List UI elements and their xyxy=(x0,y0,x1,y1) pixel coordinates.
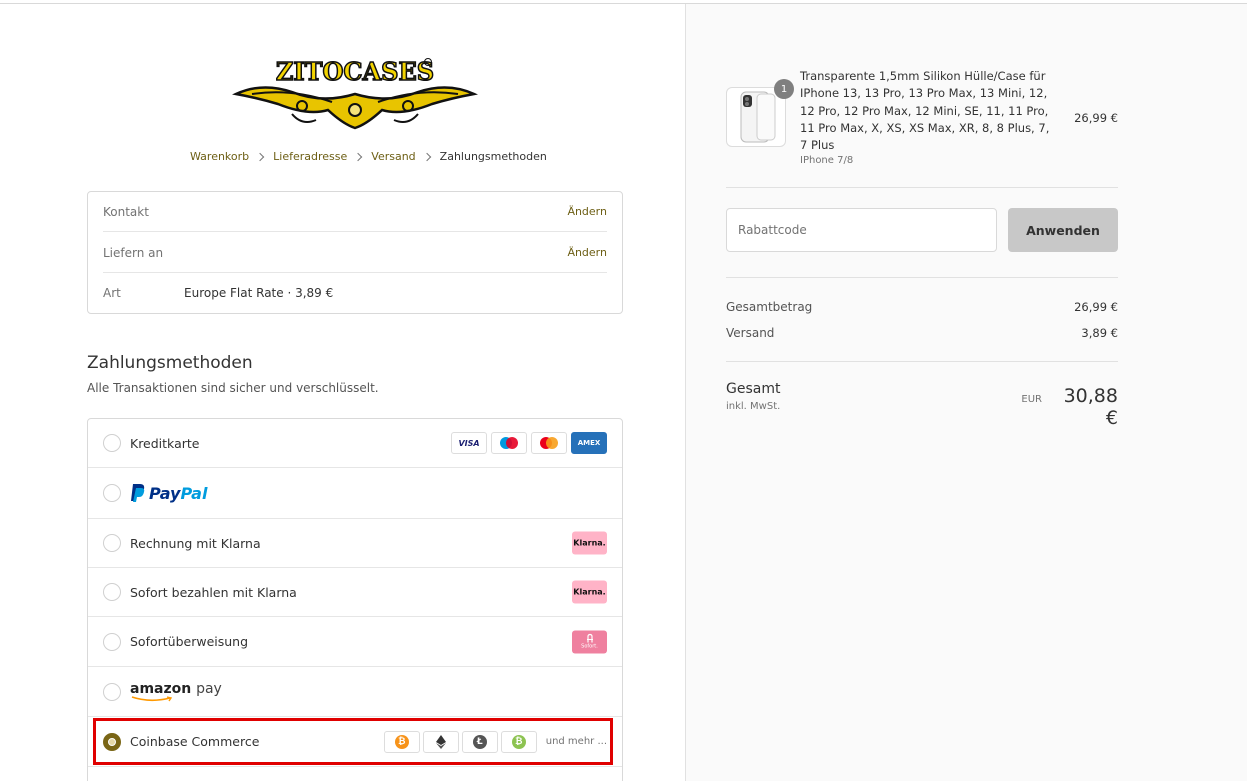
payment-option-amazon-pay[interactable]: amazon pay xyxy=(88,667,622,717)
review-row-contact: Kontakt Ändern xyxy=(103,192,607,232)
review-value: Europe Flat Rate · 3,89 € xyxy=(184,286,334,300)
payment-option-coinbase[interactable]: Coinbase Commerce ₿ Ł ₿ und mehr ... xyxy=(88,717,622,767)
more-coins-text: und mehr ... xyxy=(545,736,607,747)
quantity-badge: 1 xyxy=(774,79,794,99)
change-address-link[interactable]: Ändern xyxy=(567,246,607,259)
amazon-smile-icon xyxy=(131,695,173,701)
radio-button-selected[interactable] xyxy=(103,732,121,751)
review-label: Liefern an xyxy=(103,245,164,260)
klarna-icon: Klarna. xyxy=(572,531,607,555)
payment-option-klarna-sofort[interactable]: Sofort bezahlen mit Klarna Klarna. xyxy=(88,568,622,617)
radio-button[interactable] xyxy=(103,682,121,701)
shipping-value: 3,89 € xyxy=(1081,326,1118,340)
paypal-logo: Pay Pal xyxy=(130,483,207,503)
breadcrumb: Warenkorb Lieferadresse Versand Zahlungs… xyxy=(190,150,547,163)
payment-subtitle: Alle Transaktionen sind sicher und versc… xyxy=(87,381,379,395)
apply-discount-button[interactable]: Anwenden xyxy=(1008,208,1118,252)
payment-label: Coinbase Commerce xyxy=(130,734,260,749)
breadcrumb-cart[interactable]: Warenkorb xyxy=(190,150,249,163)
payment-title: Zahlungsmethoden xyxy=(87,353,253,373)
divider xyxy=(726,187,1118,188)
subtotal-value: 26,99 € xyxy=(1074,300,1118,314)
paypal-icon xyxy=(131,484,145,502)
chevron-right-icon xyxy=(354,152,363,161)
payment-option-credit-card[interactable]: Kreditkarte VISA AMEX xyxy=(88,419,622,468)
ethereum-icon xyxy=(422,730,459,753)
sofort-icon: Sofort. xyxy=(572,630,607,653)
discount-code-input[interactable]: Rabattcode xyxy=(726,208,997,252)
bitcoin-icon: ₿ xyxy=(383,730,420,753)
review-row-method: Art Europe Flat Rate · 3,89 € xyxy=(103,273,607,313)
radio-button[interactable] xyxy=(103,632,121,651)
card-icons: VISA AMEX xyxy=(451,432,607,454)
review-label: Art xyxy=(103,286,121,300)
zitocases-logo[interactable]: ZITOCASES xyxy=(232,54,478,134)
tax-note: inkl. MwSt. xyxy=(726,401,781,412)
payment-label: Rechnung mit Klarna xyxy=(130,535,261,551)
breadcrumb-payment: Zahlungsmethoden xyxy=(439,150,547,163)
payment-label: Sofortüberweisung xyxy=(130,634,249,649)
review-row-ship-to: Liefern an Ändern xyxy=(103,233,607,273)
shipping-label: Versand xyxy=(726,326,775,340)
payment-option-paypal[interactable]: Pay Pal xyxy=(88,468,622,519)
radio-button[interactable] xyxy=(103,534,121,552)
radio-button[interactable] xyxy=(103,583,121,601)
product-variant: IPhone 7/8 xyxy=(800,155,854,166)
payment-label: Sofort bezahlen mit Klarna xyxy=(130,584,297,600)
amex-icon: AMEX xyxy=(571,432,607,454)
divider xyxy=(726,361,1118,362)
subtotal-label: Gesamtbetrag xyxy=(726,300,813,314)
breadcrumb-address[interactable]: Lieferadresse xyxy=(273,150,347,163)
divider xyxy=(726,277,1118,278)
change-contact-link[interactable]: Ändern xyxy=(567,205,607,218)
chevron-right-icon xyxy=(422,152,431,161)
currency-code: EUR xyxy=(1021,394,1042,405)
breadcrumb-shipping[interactable]: Versand xyxy=(371,150,415,163)
payment-option-klarna-invoice[interactable]: Rechnung mit Klarna Klarna. xyxy=(88,519,622,568)
litecoin-icon: Ł xyxy=(461,730,498,753)
klarna-icon: Klarna. xyxy=(572,580,607,604)
radio-button[interactable] xyxy=(103,484,121,502)
maestro-icon xyxy=(491,432,527,454)
review-label: Kontakt xyxy=(103,204,149,219)
payment-label: Kreditkarte xyxy=(130,435,200,451)
payment-methods-list: Kreditkarte VISA AMEX Pay Pal Rechnung mi… xyxy=(87,418,623,781)
logo-text: ZITOCASES xyxy=(276,57,434,86)
chevron-right-icon xyxy=(255,152,265,161)
radio-button[interactable] xyxy=(103,434,121,452)
mastercard-icon xyxy=(531,432,567,454)
total-value: 30,88 € xyxy=(1063,385,1118,429)
product-price: 26,99 € xyxy=(1074,111,1118,125)
review-box: Kontakt Ändern Liefern an Ändern Art Eur… xyxy=(87,191,623,314)
total-label: Gesamt xyxy=(726,381,781,397)
product-name: Transparente 1,5mm Silikon Hülle/Case fü… xyxy=(800,69,1050,153)
payment-option-sofort[interactable]: Sofortüberweisung Sofort. xyxy=(88,617,622,667)
visa-icon: VISA xyxy=(451,432,487,454)
bitcoin-cash-icon: ₿ xyxy=(500,730,537,753)
amazon-pay-logo: amazon pay xyxy=(130,682,222,702)
